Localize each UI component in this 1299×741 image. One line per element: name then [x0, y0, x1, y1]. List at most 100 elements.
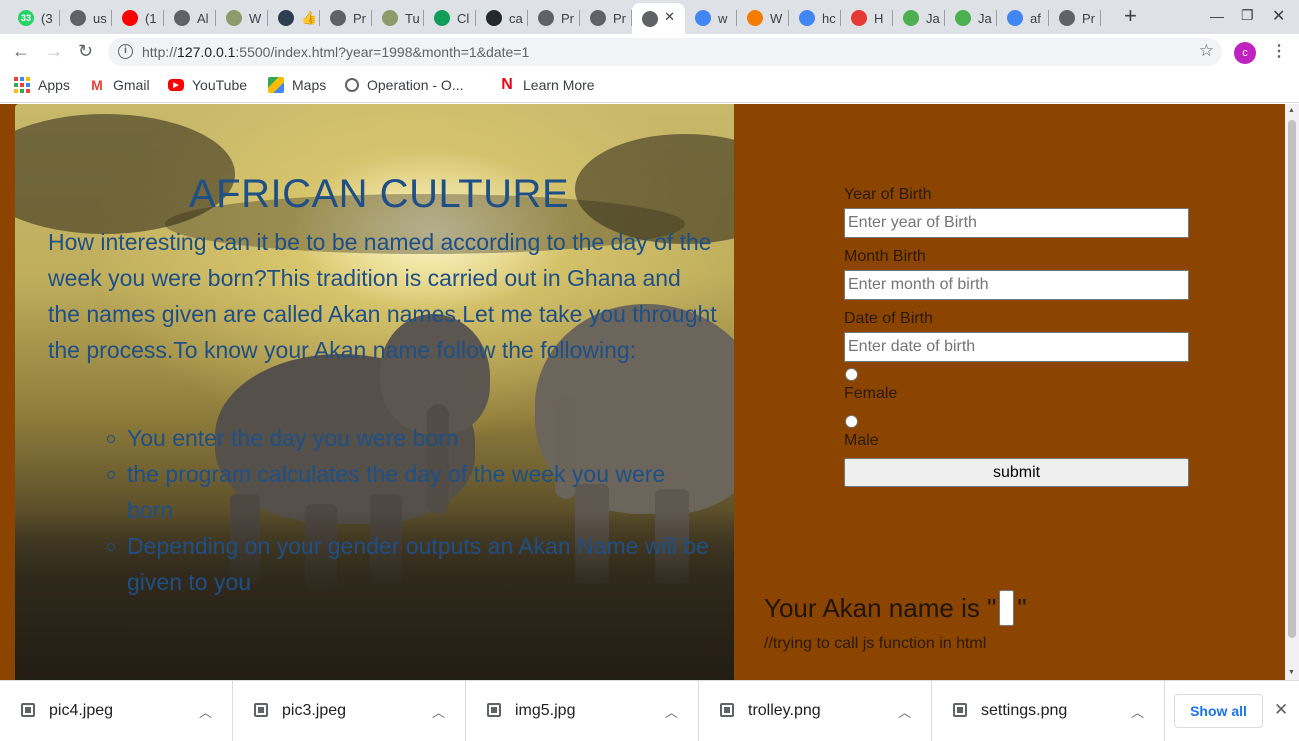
profile-avatar[interactable]: c — [1234, 42, 1256, 64]
tab-2[interactable]: (1 — [112, 4, 164, 32]
close-window-icon[interactable]: ✕ — [1272, 6, 1285, 26]
month-input[interactable] — [844, 270, 1189, 300]
browser-toolbar: ← → ↻ i http://127.0.0.1:5500/index.html… — [0, 34, 1299, 70]
tab-9[interactable]: ca — [476, 4, 528, 32]
tab-14[interactable]: W — [737, 4, 789, 32]
bookmark-youtube[interactable]: ▶ YouTube — [168, 77, 247, 93]
menu-kebab-icon[interactable]: ⋮ — [1271, 41, 1287, 61]
tab-title: hc — [822, 10, 836, 26]
tab-title: W — [770, 10, 783, 26]
image-file-icon — [21, 703, 35, 717]
year-label: Year of Birth — [844, 186, 932, 203]
bookmark-label: Learn More — [523, 77, 595, 93]
whatsapp-icon: 33 — [18, 10, 34, 26]
w3-icon — [903, 10, 919, 26]
download-item[interactable]: settings.png ︿ — [932, 681, 1165, 741]
download-filename: pic4.jpeg — [49, 702, 114, 719]
vivaldi-icon — [851, 10, 867, 26]
globe-icon — [1059, 10, 1075, 26]
tab-11[interactable]: Pr — [580, 4, 632, 32]
tab-title: Pr — [561, 10, 574, 26]
tab-13[interactable]: w — [685, 4, 737, 32]
page-scrollbar[interactable]: ▲ ▼ — [1285, 104, 1299, 680]
akan-name-output[interactable] — [999, 590, 1015, 626]
tab-3[interactable]: Al — [164, 4, 216, 32]
bookmark-maps[interactable]: Maps — [268, 77, 326, 93]
scroll-down-icon[interactable]: ▼ — [1288, 669, 1295, 676]
address-bar[interactable]: i http://127.0.0.1:5500/index.html?year=… — [108, 38, 1222, 66]
download-item[interactable]: trolley.png ︿ — [699, 681, 932, 741]
google-icon — [695, 10, 711, 26]
female-label: Female — [844, 385, 898, 402]
github-icon — [486, 10, 502, 26]
image-file-icon — [254, 703, 268, 717]
globe-icon — [330, 10, 346, 26]
download-item[interactable]: img5.jpg ︿ — [466, 681, 699, 741]
chevron-up-icon[interactable]: ︿ — [665, 702, 678, 721]
site-info-icon[interactable]: i — [118, 44, 133, 59]
date-input[interactable] — [844, 332, 1189, 362]
submit-button[interactable]: submit — [844, 458, 1189, 487]
birth-form: Year of Birth Month Birth Date of Birth … — [844, 186, 1189, 487]
tab-title: W — [249, 10, 262, 26]
tab-17[interactable]: Ja — [893, 4, 945, 32]
intro-paragraph: How interesting can it be to be named ac… — [48, 229, 717, 363]
tab-title: Pr — [353, 10, 366, 26]
bookmark-apps[interactable]: Apps — [14, 77, 70, 93]
chevron-up-icon[interactable]: ︿ — [199, 702, 212, 721]
tab-strip: 33 (3 us (1 Al W 👍 Pr Tu Cl ca Pr Pr ✕ w Whc H Ja Ja af Pr — [0, 0, 1299, 34]
chevron-up-icon[interactable]: ︿ — [432, 702, 445, 721]
download-item[interactable]: pic3.jpeg ︿ — [233, 681, 466, 741]
male-radio[interactable] — [845, 415, 858, 428]
tab-0[interactable]: 33 (3 — [8, 4, 60, 32]
year-input[interactable] — [844, 208, 1189, 238]
tab-title: (1 — [145, 10, 157, 26]
tab-19[interactable]: af — [997, 4, 1049, 32]
bookmark-operation[interactable]: Operation - O... — [345, 77, 463, 93]
tab-8[interactable]: Cl — [424, 4, 476, 32]
female-radio[interactable] — [845, 368, 858, 381]
tab-title: us — [93, 10, 107, 26]
restore-icon[interactable]: ❐ — [1241, 7, 1254, 24]
close-icon[interactable]: ✕ — [1274, 700, 1288, 720]
show-all-button[interactable]: Show all — [1174, 694, 1263, 728]
youtube-icon — [122, 10, 138, 26]
download-item[interactable]: pic4.jpeg ︿ — [0, 681, 233, 741]
minimize-icon[interactable]: — — [1210, 8, 1224, 24]
chevron-up-icon[interactable]: ︿ — [1131, 702, 1144, 721]
tab-title: ca — [509, 10, 523, 26]
tab-5[interactable]: 👍 — [268, 4, 320, 32]
play-icon — [747, 10, 763, 26]
new-tab-button[interactable]: + — [1124, 5, 1137, 27]
result-line: Your Akan name is " " — [764, 590, 1027, 626]
steps-list: You enter the day you were born the prog… — [107, 420, 717, 600]
bookmark-gmail[interactable]: M Gmail — [89, 77, 149, 93]
globe-icon — [642, 10, 658, 27]
tab-4[interactable]: W — [216, 4, 268, 32]
scroll-up-icon[interactable]: ▲ — [1288, 107, 1295, 114]
tab-12[interactable]: ✕ — [632, 3, 685, 34]
bookmark-learn-more[interactable]: N Learn More — [499, 76, 595, 93]
date-label: Date of Birth — [844, 310, 933, 327]
tab-7[interactable]: Tu — [372, 4, 424, 32]
chevron-up-icon[interactable]: ︿ — [898, 702, 911, 721]
gmail-icon: M — [91, 77, 103, 93]
close-tab-icon[interactable]: ✕ — [664, 9, 675, 25]
tab-title: Al — [197, 10, 209, 26]
forward-icon[interactable]: → — [45, 41, 63, 62]
tab-20[interactable]: Pr — [1049, 4, 1101, 32]
tab-10[interactable]: Pr — [528, 4, 580, 32]
scrollbar-thumb[interactable] — [1288, 120, 1296, 638]
male-label: Male — [844, 432, 879, 449]
tab-18[interactable]: Ja — [945, 4, 997, 32]
tab-15[interactable]: hc — [789, 4, 841, 32]
image-file-icon — [720, 703, 734, 717]
w3-icon — [955, 10, 971, 26]
tab-title: Ja — [978, 10, 992, 26]
tab-6[interactable]: Pr — [320, 4, 372, 32]
reload-icon[interactable]: ↻ — [78, 41, 93, 62]
tab-16[interactable]: H — [841, 4, 893, 32]
back-icon[interactable]: ← — [12, 41, 30, 62]
tab-1[interactable]: us — [60, 4, 112, 32]
bookmark-star-icon[interactable]: ☆ — [1199, 41, 1214, 61]
